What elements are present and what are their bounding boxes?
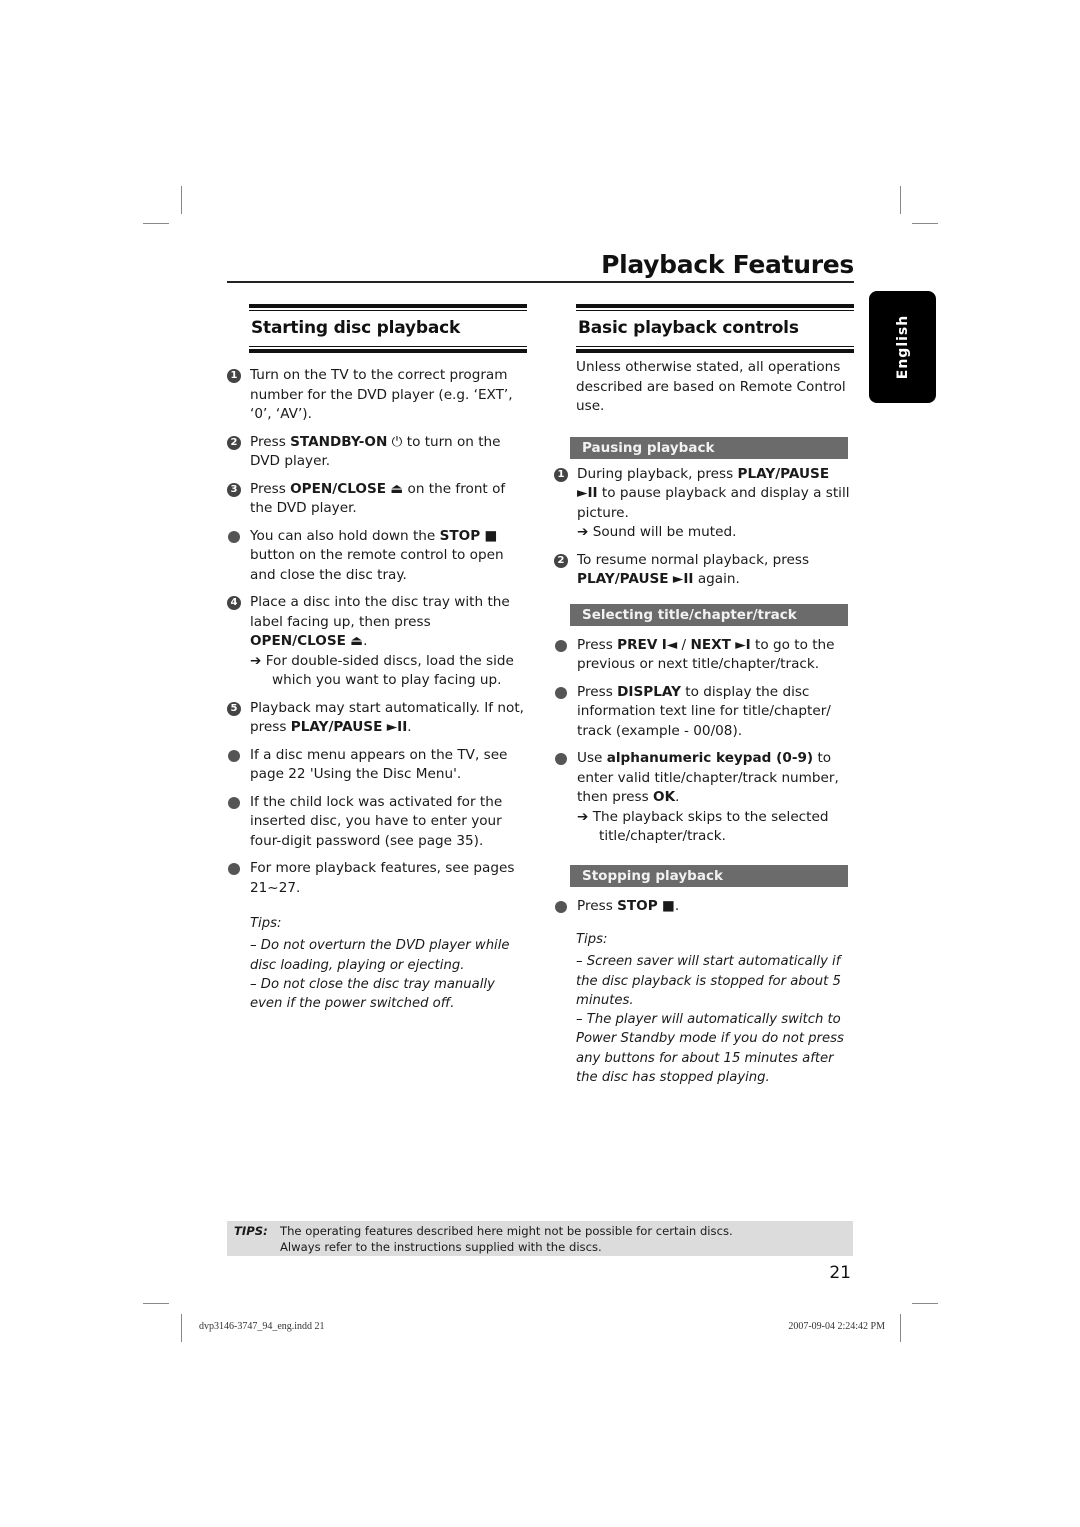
left-column: 1 Turn on the TV to the correct program … — [227, 366, 528, 1013]
tip-item: – The player will automatically switch t… — [576, 1012, 844, 1086]
tips-label: Tips: — [250, 916, 282, 931]
page-number: 21 — [829, 1263, 851, 1283]
tip-item: – Screen saver will start automatically … — [576, 954, 841, 1008]
intro-text: Unless otherwise stated, all operations … — [576, 359, 846, 414]
prev-icon: I◄ — [661, 636, 678, 653]
bullet-icon — [228, 796, 240, 809]
crop-mark — [912, 223, 938, 224]
next-icon: ►I — [735, 636, 751, 653]
bullet-item: Press STOP ■. — [555, 897, 855, 917]
eject-icon: ⏏ — [390, 480, 404, 497]
step-number-icon: 4 — [227, 596, 241, 610]
stop-icon: ■ — [484, 527, 498, 544]
bullet-icon — [228, 863, 240, 875]
footer-tips-label: TIPS: — [234, 1224, 268, 1238]
crop-mark — [143, 1303, 169, 1304]
crop-mark — [900, 186, 901, 214]
step-number-icon: 2 — [554, 553, 568, 568]
bullet-item: Use alphanumeric keypad (0-9) to enter v… — [555, 749, 855, 847]
play-pause-icon: ►II — [386, 719, 408, 735]
language-tab-label: English — [894, 314, 911, 380]
footer-tips-line: Always refer to the instructions supplie… — [280, 1240, 602, 1254]
step-1: 1 During playback, press PLAY/PAUSE ►II … — [554, 465, 855, 543]
section-title: Starting disc playback — [251, 318, 461, 338]
step-note: For double-sided discs, load the side wh… — [265, 652, 514, 689]
slug-timestamp: 2007-09-04 2:24:42 PM — [788, 1321, 885, 1332]
bullet-icon — [555, 753, 567, 765]
bullet-icon — [228, 749, 240, 762]
step-number-icon: 5 — [227, 701, 241, 716]
crop-mark — [912, 1303, 938, 1304]
bullet-item: For more playback features, see pages 21… — [228, 859, 528, 898]
arrow-icon: ➔ — [577, 808, 593, 825]
bullet-icon — [228, 530, 240, 543]
step-number-icon: 1 — [554, 467, 568, 482]
step-number-icon: 2 — [227, 435, 241, 450]
step-number-icon: 3 — [227, 482, 241, 497]
tip-item: – Do not overturn the DVD player while d… — [250, 938, 510, 973]
subsection-heading: Selecting title/chapter/track — [570, 603, 848, 626]
section-header-left: Starting disc playback — [249, 304, 527, 353]
bullet-item: If a disc menu appears on the TV, see pa… — [228, 746, 528, 785]
subsection-heading: Stopping playback — [570, 864, 848, 887]
power-icon: ⏻ — [391, 433, 403, 450]
step-1: 1 Turn on the TV to the correct program … — [227, 366, 528, 425]
bullet-icon — [555, 639, 567, 652]
bullet-item: You can also hold down the STOP ■ button… — [228, 527, 528, 586]
tip-item: – Do not close the disc tray manually ev… — [250, 976, 495, 1012]
step-number-icon: 1 — [227, 369, 241, 383]
section-title: Basic playback controls — [578, 318, 799, 338]
footer-tips-bar: TIPS: The operating features described h… — [227, 1221, 853, 1256]
slug-filename: dvp3146-3747_94_eng.indd 21 — [199, 1321, 325, 1332]
crop-mark — [900, 1314, 901, 1342]
section-header-right: Basic playback controls — [576, 304, 854, 353]
page-title: Playback Features — [601, 250, 854, 279]
play-pause-icon: ►II — [672, 571, 694, 587]
subsection-heading: Pausing playback — [570, 436, 848, 459]
crop-mark — [181, 1314, 182, 1342]
bullet-icon — [555, 686, 567, 699]
footer-tips-line: The operating features described here mi… — [280, 1224, 733, 1238]
crop-mark — [181, 186, 182, 214]
bullet-item: Press DISPLAY to display the disc inform… — [555, 683, 855, 742]
tips-block: Tips: – Screen saver will start automati… — [555, 930, 855, 1087]
step-3: 3 Press OPEN/CLOSE ⏏ on the front of the… — [227, 480, 528, 519]
title-rule — [227, 281, 854, 283]
stop-icon: ■ — [662, 897, 675, 914]
step-4: 4 Place a disc into the disc tray with t… — [227, 593, 528, 691]
language-tab: English — [869, 291, 936, 403]
bullet-icon — [555, 900, 567, 913]
play-pause-icon: ►II — [577, 485, 598, 501]
arrow-icon: ➔ — [577, 524, 593, 540]
eject-icon: ⏏ — [350, 633, 364, 649]
bullet-item: If the child lock was activated for the … — [228, 793, 528, 852]
crop-mark — [143, 223, 169, 224]
arrow-icon: ➔ — [250, 652, 266, 669]
step-2: 2 To resume normal playback, press PLAY/… — [554, 551, 855, 590]
step-5: 5 Playback may start automatically. If n… — [227, 699, 528, 738]
tips-label: Tips: — [576, 932, 608, 947]
tips-block: Tips: – Do not overturn the DVD player w… — [228, 914, 528, 1013]
right-column: Unless otherwise stated, all operations … — [554, 358, 855, 1087]
bullet-item: Press PREV I◄ / NEXT ►I to go to the pre… — [555, 636, 855, 675]
step-2: 2 Press STANDBY-ON ⏻ to turn on the DVD … — [227, 433, 528, 472]
